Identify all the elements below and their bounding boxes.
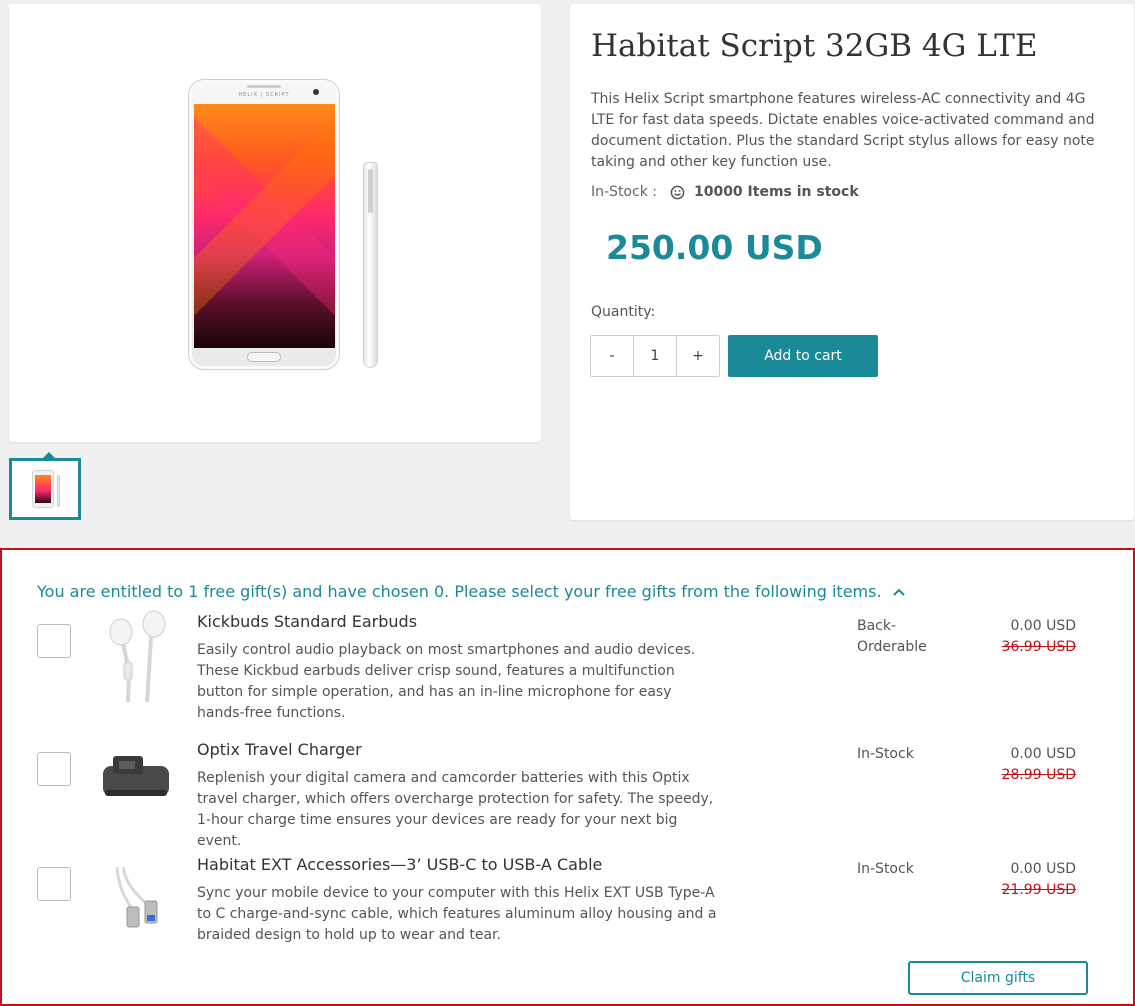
gifts-header[interactable]: You are entitled to 1 free gift(s) and h… <box>37 582 906 601</box>
chevron-up-icon[interactable] <box>892 587 906 597</box>
quantity-decrement-button[interactable]: - <box>591 336 633 376</box>
gift-name: Optix Travel Charger <box>197 740 362 759</box>
gift-current-price: 0.00 USD <box>1010 746 1076 762</box>
gift-checkbox[interactable] <box>37 752 71 786</box>
product-image-panel: HELIX | SCRIPT <box>9 4 541 442</box>
product-thumbnail[interactable] <box>9 452 81 520</box>
stylus-image <box>363 162 378 368</box>
gifts-header-text: You are entitled to 1 free gift(s) and h… <box>37 582 882 601</box>
quantity-input[interactable]: 1 <box>633 336 677 376</box>
gift-current-price: 0.00 USD <box>1010 861 1076 877</box>
thumbnail-stylus <box>57 475 60 507</box>
product-title: Habitat Script 32GB 4G LTE <box>591 28 1038 64</box>
smiley-icon <box>670 185 685 199</box>
phone-brand-text: HELIX | SCRIPT <box>238 92 290 98</box>
gift-stock-status: Back-Orderable <box>857 618 927 655</box>
gift-checkbox[interactable] <box>37 624 71 658</box>
stock-status: In-Stock : 10000 Items in stock <box>591 184 859 200</box>
gift-stock-status: In-Stock <box>857 746 914 762</box>
usb-cable-image <box>115 866 158 928</box>
gift-description: Easily control audio playback on most sm… <box>197 642 696 721</box>
travel-charger-image <box>103 756 169 796</box>
gift-price: 0.00 USD 21.99 USD <box>1002 859 1076 901</box>
earbuds-image <box>109 610 166 703</box>
quantity-label: Quantity: <box>591 304 656 320</box>
gift-description: Replenish your digital camera and camcor… <box>197 770 714 849</box>
phone-screen <box>194 104 335 348</box>
gift-current-price: 0.00 USD <box>1010 618 1076 634</box>
gift-description: Sync your mobile device to your computer… <box>197 885 717 943</box>
product-description: This Helix Script smartphone features wi… <box>591 91 1095 170</box>
quantity-stepper: - 1 + <box>590 335 720 377</box>
free-gifts-section: You are entitled to 1 free gift(s) and h… <box>0 548 1135 1006</box>
gift-checkbox[interactable] <box>37 867 71 901</box>
gift-original-price: 21.99 USD <box>1001 882 1076 898</box>
gift-stock-status: In-Stock <box>857 861 914 877</box>
add-to-cart-button[interactable]: Add to cart <box>728 335 878 377</box>
product-phone-image: HELIX | SCRIPT <box>188 79 340 370</box>
thumbnail-phone <box>32 470 54 508</box>
gift-name: Kickbuds Standard Earbuds <box>197 612 418 631</box>
claim-gifts-button[interactable]: Claim gifts <box>908 961 1088 995</box>
gift-name: Habitat EXT Accessories—3’ USB-C to USB-… <box>197 855 603 874</box>
quantity-increment-button[interactable]: + <box>677 336 719 376</box>
gift-original-price: 28.99 USD <box>1001 767 1076 783</box>
gift-price: 0.00 USD 28.99 USD <box>1002 744 1076 786</box>
product-price: 250.00 USD <box>606 228 823 267</box>
stock-label: In-Stock : <box>591 184 657 200</box>
phone-speaker <box>247 85 281 88</box>
stock-count: 10000 Items in stock <box>693 184 859 200</box>
gift-price: 0.00 USD 36.99 USD <box>1002 616 1076 658</box>
gift-original-price: 36.99 USD <box>1001 639 1076 655</box>
phone-home-button <box>247 352 281 362</box>
product-info-panel: Habitat Script 32GB 4G LTE This Helix Sc… <box>570 4 1134 520</box>
